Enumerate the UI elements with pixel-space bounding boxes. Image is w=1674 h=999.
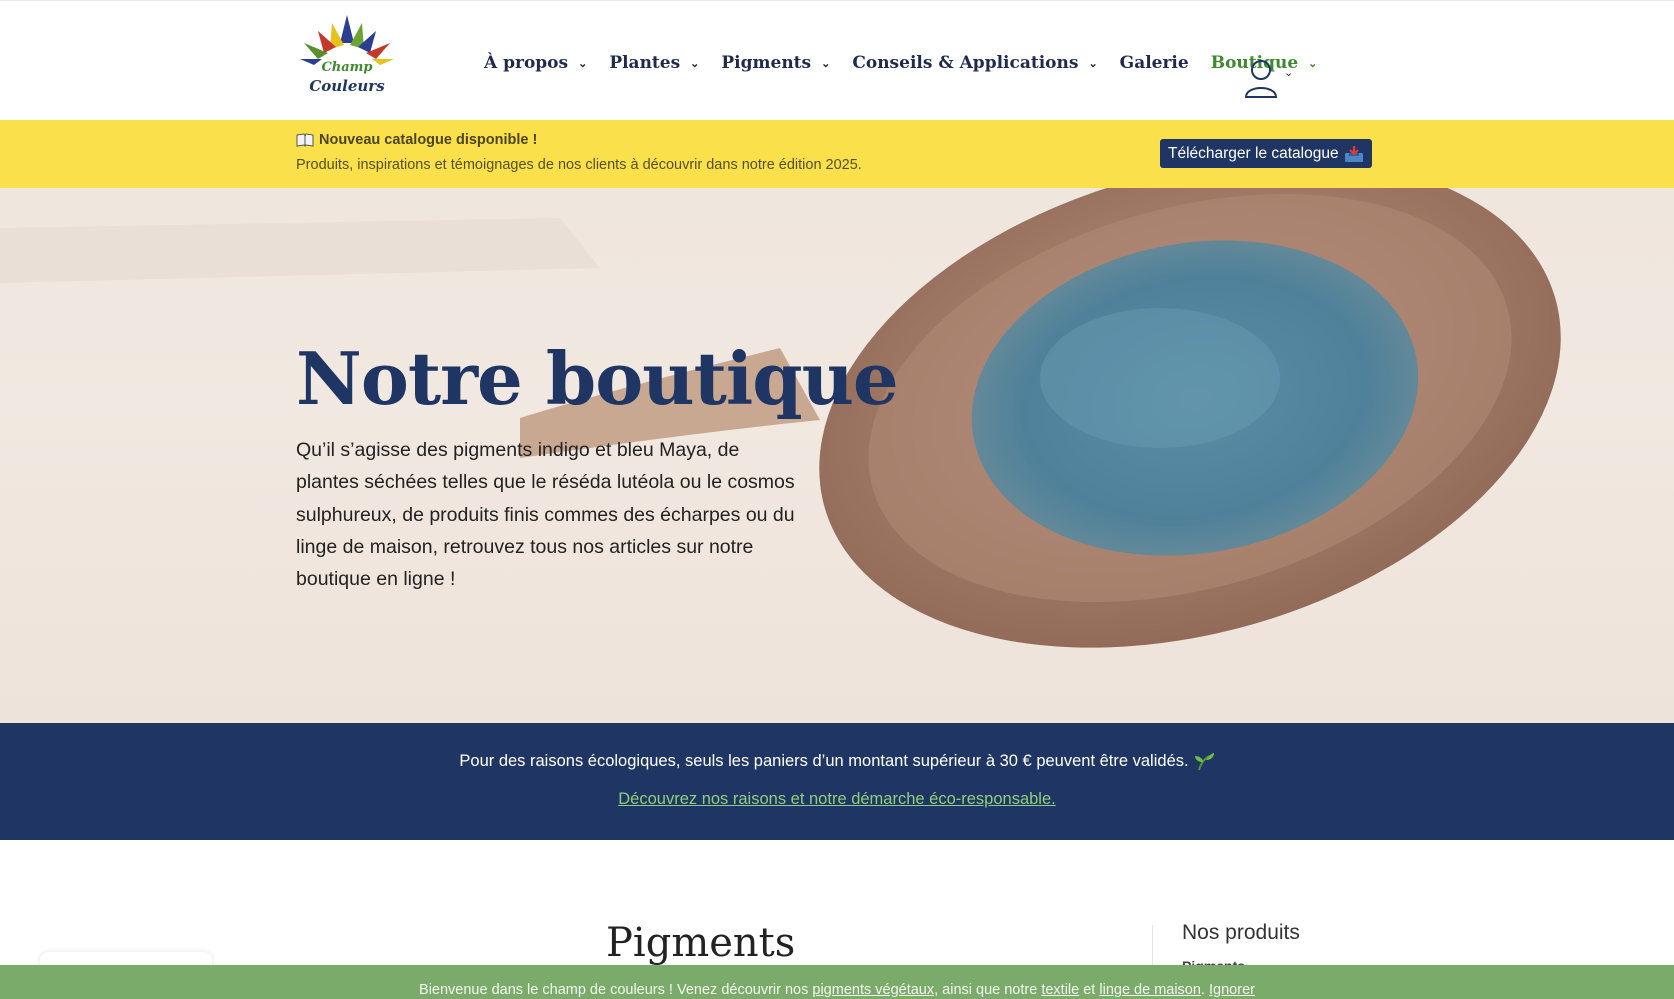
welcome-notice-bar: Bienvenue dans le champ de couleurs ! Ve… <box>0 965 1674 999</box>
nav-label: À propos <box>484 53 569 73</box>
notice-dismiss-link[interactable]: Ignorer <box>1209 982 1255 998</box>
hero-background-image <box>0 188 1561 648</box>
download-catalogue-button[interactable]: Télécharger le catalogue <box>1160 139 1372 168</box>
logo-graphic: Champ Couleurs <box>300 15 394 95</box>
sidebar-title: Nos produits <box>1182 921 1300 944</box>
section-title: Pigments <box>606 920 796 966</box>
eco-message-row: Pour des raisons écologiques, seuls les … <box>0 751 1674 771</box>
seedling-icon <box>1194 753 1214 771</box>
announcement-subtitle: Produits, inspirations et témoignages de… <box>296 157 862 173</box>
hero-title: Notre boutique <box>296 336 899 421</box>
nav-item-galerie[interactable]: Galerie <box>1120 53 1189 73</box>
catalogue-announcement: Nouveau catalogue disponible ! Produits,… <box>0 120 1674 188</box>
nav-item-a-propos[interactable]: À propos ⌄ <box>484 53 587 73</box>
chevron-down-icon: ⌄ <box>821 56 831 70</box>
nav-label: Plantes <box>609 53 681 73</box>
notice-text: Bienvenue dans le champ de couleurs ! Ve… <box>0 965 1674 998</box>
nav-item-plantes[interactable]: Plantes ⌄ <box>609 53 699 73</box>
open-book-icon <box>296 133 314 147</box>
inbox-tray-icon <box>1344 145 1363 162</box>
svg-text:Couleurs: Couleurs <box>309 77 385 95</box>
eco-info-band: Pour des raisons écologiques, seuls les … <box>0 723 1674 840</box>
announcement-title: Nouveau catalogue disponible ! <box>319 132 538 148</box>
download-catalogue-label: Télécharger le catalogue <box>1168 144 1339 162</box>
nav-label: Pigments <box>721 53 812 73</box>
svg-text:Champ: Champ <box>321 60 372 75</box>
announcement-title-row: Nouveau catalogue disponible ! <box>296 132 537 148</box>
nav-item-conseils[interactable]: Conseils & Applications ⌄ <box>852 53 1097 73</box>
hero-banner: Notre boutique Qu’il s’agisse des pigmen… <box>0 188 1674 723</box>
notice-link-linge[interactable]: linge de maison <box>1099 982 1201 998</box>
notice-link-textile[interactable]: textile <box>1041 982 1079 998</box>
user-icon <box>1244 60 1278 98</box>
notice-text-part: Bienvenue dans le champ de couleurs ! Ve… <box>419 982 813 998</box>
nav-label: Conseils & Applications <box>852 53 1079 73</box>
chevron-down-icon: ⌄ <box>690 56 700 70</box>
nav-label: Galerie <box>1119 53 1189 73</box>
chevron-down-icon: ⌄ <box>1308 56 1318 70</box>
main-nav: À propos ⌄ Plantes ⌄ Pigments ⌄ Conseils… <box>484 53 1339 73</box>
notice-text-part: , ainsi que notre <box>934 982 1042 998</box>
notice-link-pigments[interactable]: pigments végétaux <box>812 982 934 998</box>
notice-text-part: et <box>1079 982 1100 998</box>
chevron-down-icon: ⌄ <box>1284 65 1294 79</box>
account-menu[interactable]: ⌄ <box>1244 59 1293 99</box>
hero-description: Qu’il s’agisse des pigments indigo et bl… <box>296 439 795 591</box>
notice-text-part: . <box>1200 982 1210 998</box>
site-logo[interactable]: Champ Couleurs <box>296 13 398 103</box>
site-header: Champ Couleurs À propos ⌄ Plantes ⌄ Pigm… <box>0 0 1674 120</box>
eco-message: Pour des raisons écologiques, seuls les … <box>459 751 1189 770</box>
chevron-down-icon: ⌄ <box>1088 56 1098 70</box>
eco-approach-link[interactable]: Découvrez nos raisons et notre démarche … <box>0 790 1674 809</box>
nav-item-pigments[interactable]: Pigments ⌄ <box>721 53 830 73</box>
chevron-down-icon: ⌄ <box>578 56 588 70</box>
